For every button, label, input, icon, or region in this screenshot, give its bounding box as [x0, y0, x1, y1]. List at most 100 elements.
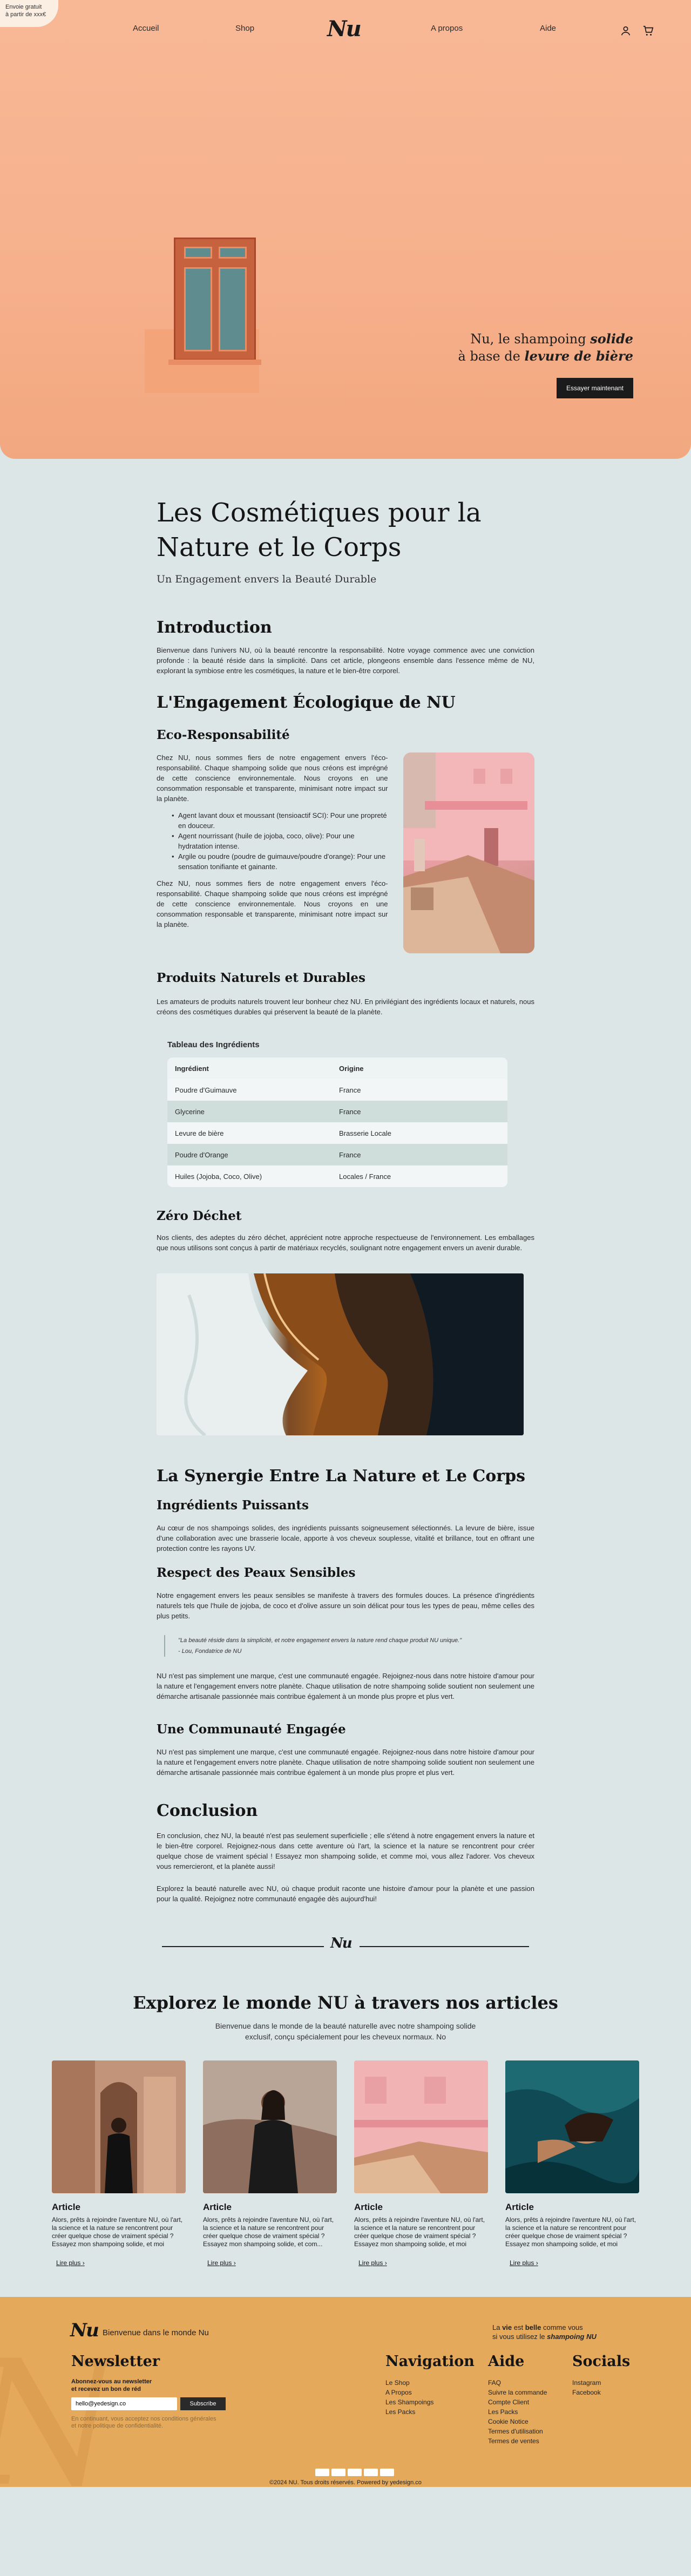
- navigation-heading: Navigation: [385, 2353, 475, 2370]
- read-more-label: Lire plus: [207, 2259, 232, 2267]
- page-subtitle: Un Engagement envers la Beauté Durable: [157, 573, 377, 585]
- paypal-icon: [364, 2469, 378, 2476]
- list-item: Agent nourrissant (huile de jojoba, coco…: [172, 831, 388, 851]
- tagline-part: belle: [525, 2323, 541, 2331]
- table-cell: France: [339, 1086, 361, 1094]
- explore-section: Explorez le monde NU à travers nos artic…: [0, 1992, 691, 2267]
- footer-link[interactable]: Cookie Notice: [488, 2417, 547, 2426]
- footer-link[interactable]: Termes de ventes: [488, 2436, 547, 2446]
- list-item: Agent lavant doux et moussant (tensioact…: [172, 810, 388, 831]
- main-nav: Accueil Shop Nu A propos Aide: [0, 16, 691, 46]
- newsletter-email-input[interactable]: [71, 2397, 177, 2410]
- explore-lede: Bienvenue dans le monde de la beauté nat…: [215, 2022, 476, 2041]
- table-cell: France: [339, 1150, 361, 1159]
- aerial-beach-image: [157, 1273, 524, 1435]
- eco-paragraph-1: Chez NU, nous sommes fiers de notre enga…: [157, 754, 388, 803]
- community-paragraph-1: NU n'est pas simplement une marque, c'es…: [157, 1672, 534, 1700]
- social-links: Instagram Facebook: [572, 2378, 601, 2397]
- navigation-links: Le Shop A Propos Les Shampoings Les Pack…: [385, 2378, 433, 2417]
- quote-author: - Lou, Fondatrice de NU: [178, 1648, 242, 1655]
- footer-link[interactable]: A Propos: [385, 2388, 433, 2397]
- table-cell: Huiles (Jojoba, Coco, Olive): [175, 1172, 262, 1181]
- article-card-image: [52, 2060, 186, 2193]
- table-row: Huiles (Jojoba, Coco, Olive) Locales / F…: [167, 1165, 507, 1187]
- powerful-paragraph: Au cœur de nos shampoings solides, des i…: [157, 1524, 534, 1553]
- footer-link[interactable]: Les Shampoings: [385, 2397, 433, 2407]
- tagline-part: La: [492, 2323, 503, 2331]
- footer-logo[interactable]: Nu: [70, 2320, 99, 2341]
- article-card[interactable]: Article Alors, prêts à rejoindre l'avent…: [203, 2060, 337, 2267]
- tagline-part: vie: [502, 2323, 512, 2331]
- hero-line2: à base de: [458, 349, 525, 364]
- zero-waste-paragraph: Nos clients, des adeptes du zéro déchet,…: [157, 1233, 534, 1252]
- footer-link[interactable]: FAQ: [488, 2378, 547, 2388]
- nav-link-accueil[interactable]: Accueil: [133, 24, 159, 33]
- tagline-part: est: [512, 2323, 525, 2331]
- article-card[interactable]: Article Alors, prêts à rejoindre l'avent…: [354, 2060, 488, 2267]
- facebook-link[interactable]: Facebook: [572, 2388, 601, 2397]
- column-header-ingredient: Ingrédient: [175, 1064, 209, 1073]
- socials-heading: Socials: [572, 2353, 631, 2370]
- hero-window-illustration: [145, 238, 262, 393]
- article-card-image: [505, 2060, 639, 2193]
- table-row: Poudre d'Guimauve France: [167, 1079, 507, 1101]
- article-card[interactable]: Article Alors, prêts à rejoindre l'avent…: [52, 2060, 186, 2267]
- pink-house-image: [403, 753, 534, 953]
- user-icon[interactable]: [620, 25, 632, 37]
- list-item: Argile ou poudre (poudre de guimauve/pou…: [172, 851, 388, 872]
- eco-heading: L'Engagement Écologique de NU: [157, 693, 456, 712]
- chevron-right-icon: ›: [233, 2259, 236, 2267]
- synergy-heading: La Synergie Entre La Nature et Le Corps: [157, 1467, 525, 1486]
- table-title: Tableau des Ingrédients: [167, 1040, 260, 1049]
- nav-link-shop[interactable]: Shop: [235, 24, 254, 33]
- read-more-link[interactable]: Lire plus ›: [203, 2259, 337, 2267]
- natural-paragraph: Les amateurs de produits naturels trouve…: [157, 998, 534, 1016]
- table-row: Poudre d'Orange France: [167, 1144, 507, 1165]
- brand-logo[interactable]: Nu: [327, 16, 362, 42]
- instagram-link[interactable]: Instagram: [572, 2378, 601, 2388]
- article-cards: Article Alors, prêts à rejoindre l'avent…: [0, 2060, 691, 2267]
- footer-tagline: La vie est belle comme vous si vous util…: [492, 2323, 597, 2341]
- copyright: ©2024 NU. Tous droits réservés. Powered …: [269, 2479, 422, 2486]
- hero-line2-emphasis: levure de bière: [524, 348, 633, 364]
- powerful-heading: Ingrédients Puissants: [157, 1498, 309, 1513]
- read-more-link[interactable]: Lire plus ›: [505, 2259, 639, 2267]
- nav-link-aide[interactable]: Aide: [540, 24, 556, 33]
- aide-links: FAQ Suivre la commande Compte Client Les…: [488, 2378, 547, 2446]
- nav-link-a-propos[interactable]: A propos: [431, 24, 463, 33]
- footer-link[interactable]: Termes d'utilisation: [488, 2426, 547, 2436]
- table-row: Glycerine France: [167, 1101, 507, 1122]
- explore-title: Explorez le monde NU à travers nos artic…: [133, 1992, 558, 2013]
- article-card[interactable]: Article Alors, prêts à rejoindre l'avent…: [505, 2060, 639, 2267]
- footer-link[interactable]: Suivre la commande: [488, 2388, 547, 2397]
- founder-quote: "La beauté réside dans la simplicité, et…: [164, 1635, 534, 1657]
- zero-waste-heading: Zéro Déchet: [157, 1209, 242, 1223]
- article-card-title: Article: [203, 2202, 232, 2212]
- table-cell: Locales / France: [339, 1172, 391, 1181]
- ingredient-table-card: Tableau des Ingrédients Ingrédient Origi…: [167, 1040, 524, 1187]
- community-heading: Une Communauté Engagée: [157, 1722, 346, 1737]
- payment-icons: [315, 2469, 394, 2476]
- cart-icon[interactable]: [642, 25, 654, 37]
- table-cell: France: [339, 1107, 361, 1116]
- read-more-link[interactable]: Lire plus ›: [354, 2259, 488, 2267]
- hero-line1-emphasis: solide: [590, 331, 633, 347]
- footer-welcome: Bienvenue dans le monde Nu: [103, 2328, 209, 2337]
- article-card-image: [203, 2060, 337, 2193]
- chevron-right-icon: ›: [384, 2259, 387, 2267]
- footer-link[interactable]: Le Shop: [385, 2378, 433, 2388]
- article-card-title: Article: [52, 2202, 80, 2212]
- footer-link[interactable]: Compte Client: [488, 2397, 547, 2407]
- ingredient-table: Ingrédient Origine Poudre d'Guimauve Fra…: [167, 1057, 507, 1187]
- try-now-button[interactable]: Essayer maintenant: [556, 378, 633, 398]
- footer-link[interactable]: Les Packs: [385, 2407, 433, 2417]
- read-more-link[interactable]: Lire plus ›: [52, 2259, 186, 2267]
- footer-link[interactable]: Les Packs: [488, 2407, 547, 2417]
- footer: N Nu Bienvenue dans le monde Nu La vie e…: [0, 2297, 691, 2487]
- eco-paragraph-2: Chez NU, nous sommes fiers de notre enga…: [157, 879, 388, 928]
- subscribe-button[interactable]: Subscribe: [180, 2397, 226, 2410]
- intro-heading: Introduction: [157, 618, 272, 637]
- intro-paragraph: Bienvenue dans l'univers NU, où la beaut…: [157, 646, 534, 675]
- hero: Envoie gratuit à partir de xxx€ Accueil …: [0, 0, 691, 459]
- article: Les Cosmétiques pour la Nature et le Cor…: [157, 459, 534, 1904]
